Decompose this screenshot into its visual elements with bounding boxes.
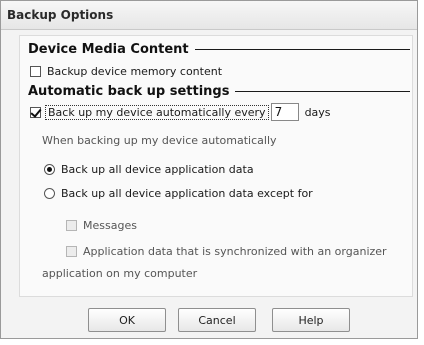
device-media-section-header: Device Media Content <box>28 40 410 58</box>
backup-memory-label: Backup device memory content <box>47 65 223 78</box>
help-button[interactable]: Help <box>272 308 350 332</box>
backup-memory-row[interactable]: Backup device memory content <box>30 65 222 78</box>
messages-row[interactable]: Messages <box>66 219 137 232</box>
organizer-label-line2: application on my computer <box>42 267 198 280</box>
button-bar: OK Cancel Help <box>1 308 417 332</box>
organizer-label-continued: application on my computer <box>42 267 197 280</box>
device-media-heading: Device Media Content <box>28 41 189 57</box>
auto-backup-label[interactable]: Back up my device automatically every <box>45 104 269 120</box>
options-panel: Device Media Content Backup device memor… <box>19 35 413 297</box>
backup-except-label: Back up all device application data exce… <box>61 187 313 200</box>
auto-backup-heading: Automatic back up settings <box>28 83 230 99</box>
messages-label: Messages <box>83 219 137 232</box>
title-bar[interactable]: Backup Options <box>1 1 417 30</box>
backup-except-radio[interactable] <box>44 188 55 199</box>
organizer-checkbox[interactable] <box>66 246 77 257</box>
backup-all-label: Back up all device application data <box>61 163 254 176</box>
days-label: days <box>304 105 331 119</box>
messages-checkbox[interactable] <box>66 220 77 231</box>
ok-button[interactable]: OK <box>88 308 166 332</box>
section-divider <box>194 48 410 50</box>
when-backing-up-text: When backing up my device automatically <box>42 134 277 147</box>
auto-backup-checkbox[interactable] <box>30 106 41 118</box>
organizer-row[interactable]: Application data that is synchronized wi… <box>66 245 387 258</box>
cancel-button[interactable]: Cancel <box>178 308 256 332</box>
backup-all-radio[interactable] <box>44 164 55 175</box>
backup-options-dialog: Backup Options Device Media Content Back… <box>0 0 418 339</box>
dialog-title: Backup Options <box>7 8 114 22</box>
option-except-row[interactable]: Back up all device application data exce… <box>44 187 313 200</box>
organizer-label-line1: Application data that is synchronized wi… <box>83 245 387 258</box>
section-divider <box>235 90 410 92</box>
when-backing-up-label: When backing up my device automatically <box>42 134 277 147</box>
backup-memory-checkbox[interactable] <box>30 66 41 77</box>
auto-backup-row: Back up my device automatically every da… <box>30 103 331 121</box>
days-interval-input[interactable] <box>270 103 299 121</box>
auto-backup-section-header: Automatic back up settings <box>28 82 410 100</box>
option-all-row[interactable]: Back up all device application data <box>44 163 254 176</box>
